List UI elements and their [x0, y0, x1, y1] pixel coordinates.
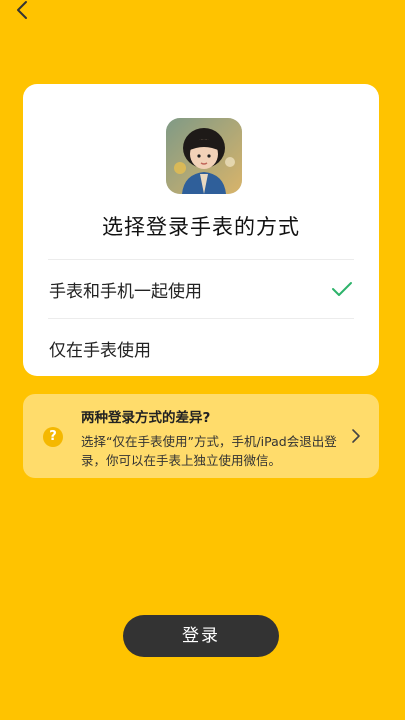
chevron-right-icon [351, 428, 361, 448]
info-description: 选择“仅在手表使用”方式，手机/iPad会退出登录，你可以在手表上独立使用微信。 [81, 434, 337, 468]
avatar [166, 118, 242, 194]
login-difference-info[interactable]: ? 两种登录方式的差异? 选择“仅在手表使用”方式，手机/iPad会退出登录，你… [23, 394, 379, 478]
question-icon: ? [43, 427, 63, 447]
option-label: 仅在手表使用 [49, 341, 151, 361]
checkmark-icon [331, 280, 353, 302]
back-button[interactable] [10, 0, 34, 24]
info-title: 两种登录方式的差异? [81, 410, 211, 426]
login-method-card: 选择登录手表的方式 手表和手机一起使用 仅在手表使用 [23, 84, 379, 376]
option-watch-and-phone[interactable]: 手表和手机一起使用 [23, 260, 379, 318]
login-button[interactable]: 登录 [123, 615, 279, 657]
chevron-left-icon [10, 0, 34, 24]
page-title: 选择登录手表的方式 [102, 215, 300, 239]
option-label: 手表和手机一起使用 [49, 282, 202, 302]
option-watch-only[interactable]: 仅在手表使用 [23, 319, 379, 376]
